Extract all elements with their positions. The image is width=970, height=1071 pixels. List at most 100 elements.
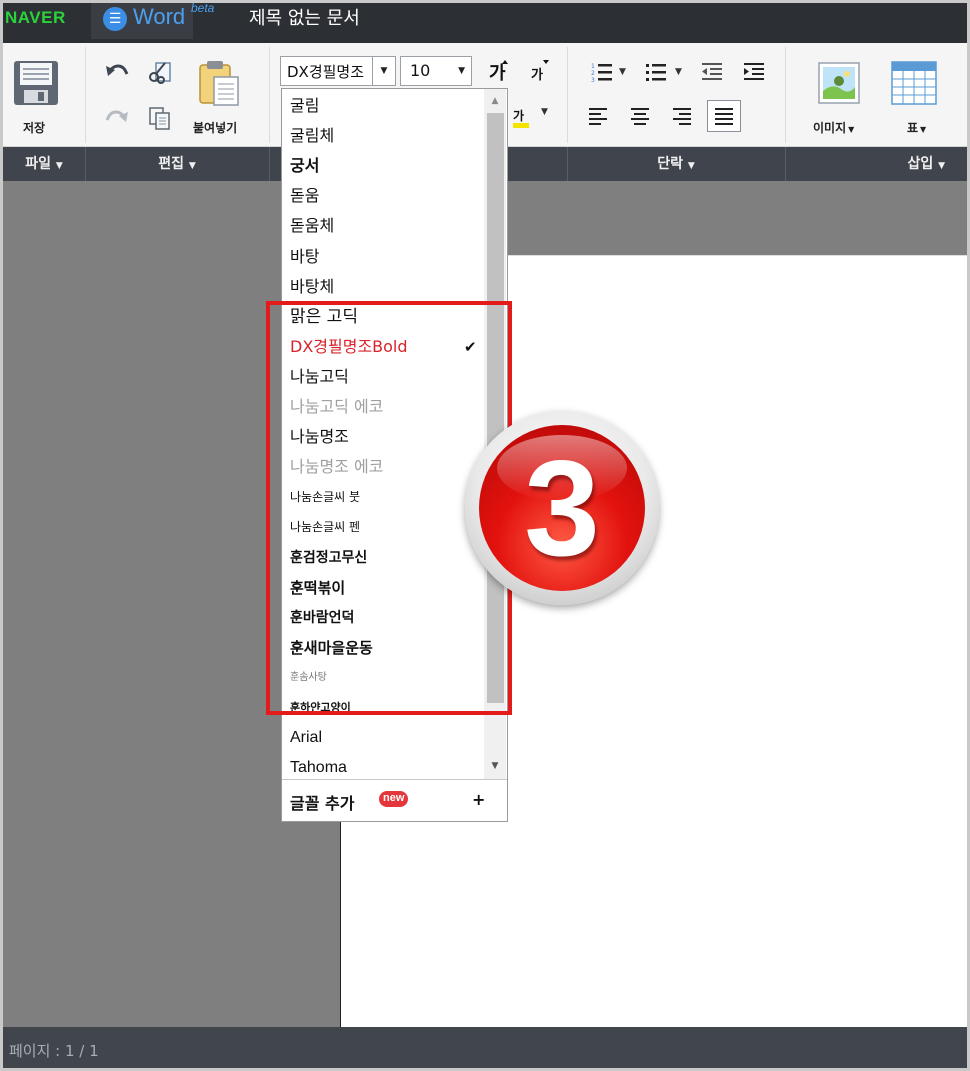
chevron-down-icon: ▼ xyxy=(848,125,855,134)
decrease-indent-icon[interactable] xyxy=(701,61,723,83)
redo-icon[interactable] xyxy=(105,107,129,129)
table-label-text: 표 xyxy=(907,121,919,135)
scroll-down-icon[interactable]: ▼ xyxy=(484,756,506,776)
increase-font-size-icon[interactable]: 가 xyxy=(487,59,509,83)
font-option-label: 바탕체 xyxy=(290,276,335,296)
chevron-down-icon: ▼ xyxy=(938,161,945,171)
clipboard-icon xyxy=(199,61,239,106)
font-option-label: 굴림 xyxy=(290,96,320,115)
paste-button[interactable]: 붙여넣기 xyxy=(191,57,251,137)
floppy-disk-icon xyxy=(14,61,58,105)
category-edit[interactable]: 편집 ▼ xyxy=(85,147,269,181)
font-option-label: 돋움체 xyxy=(290,216,335,236)
svg-text:가: 가 xyxy=(489,63,506,83)
category-divider xyxy=(269,147,270,181)
font-option[interactable]: 바탕체 xyxy=(290,272,480,302)
align-left-icon[interactable] xyxy=(589,107,609,125)
font-option-label: Tahoma xyxy=(290,759,347,777)
font-size-select[interactable]: 10 ▼ xyxy=(400,56,472,86)
app-window: NAVER ☰ Word beta 제목 없는 문서 저장 붙여넣기 DX경필명… xyxy=(0,0,970,1071)
category-file-label: 파일 xyxy=(25,156,51,172)
document-title[interactable]: 제목 없는 문서 xyxy=(249,4,360,30)
chevron-down-icon: ▼ xyxy=(687,161,695,171)
font-option[interactable]: 굴림체 xyxy=(290,121,480,151)
svg-text:1: 1 xyxy=(591,63,595,70)
app-switcher[interactable]: ☰ Word beta xyxy=(91,3,214,39)
category-insert[interactable]: 삽입 ▼ xyxy=(785,147,967,181)
svg-text:가: 가 xyxy=(531,68,543,83)
word-app-icon: ☰ xyxy=(103,7,127,31)
chevron-down-icon: ▼ xyxy=(920,125,927,134)
save-button[interactable]: 저장 xyxy=(9,57,65,137)
decrease-font-size-icon[interactable]: 가 xyxy=(529,59,551,83)
ribbon-divider xyxy=(85,47,86,143)
chevron-down-icon: ▼ xyxy=(55,161,63,171)
ribbon-divider xyxy=(785,47,786,143)
cut-icon[interactable] xyxy=(147,59,173,85)
step-number: 3 xyxy=(524,432,600,584)
ribbon-divider xyxy=(269,47,270,143)
table-icon xyxy=(891,61,937,105)
font-size-value: 10 xyxy=(410,61,431,80)
naver-logo[interactable]: NAVER xyxy=(5,8,66,28)
font-option[interactable]: 돋움체 xyxy=(290,211,480,241)
page-indicator: 페이지 : 1 / 1 xyxy=(9,1042,99,1060)
insert-image-button[interactable]: 이미지 ▼ xyxy=(807,57,871,137)
add-font-button[interactable]: 글꼴 추가 new + xyxy=(282,779,507,822)
scroll-up-icon[interactable]: ▲ xyxy=(484,91,506,111)
font-option-label: 돋움 xyxy=(290,186,320,206)
app-name: Word xyxy=(133,4,186,29)
undo-icon[interactable] xyxy=(105,61,129,83)
image-label: 이미지 ▼ xyxy=(813,119,854,136)
svg-text:가: 가 xyxy=(513,108,524,123)
chevron-down-icon[interactable]: ▼ xyxy=(541,107,548,117)
category-file[interactable]: 파일 ▼ xyxy=(3,147,85,181)
bullet-list-icon[interactable] xyxy=(645,61,667,83)
new-badge: new xyxy=(379,791,409,807)
image-icon xyxy=(818,62,860,104)
font-family-value: DX경필명조 xyxy=(287,63,365,81)
font-option[interactable]: 궁서 xyxy=(290,151,480,181)
category-insert-label: 삽입 xyxy=(907,156,934,172)
font-option[interactable]: 굴림 xyxy=(290,91,480,121)
font-family-select[interactable]: DX경필명조 ▼ xyxy=(280,56,396,86)
align-right-icon[interactable] xyxy=(673,107,693,125)
ribbon-divider xyxy=(567,47,568,143)
copy-icon[interactable] xyxy=(147,105,173,131)
font-option[interactable]: 돋움 xyxy=(290,181,480,211)
add-font-label: 글꼴 추가 xyxy=(290,794,355,813)
beta-badge: beta xyxy=(191,1,215,15)
table-label: 표 ▼ xyxy=(907,119,926,136)
font-option-label: 굴림체 xyxy=(290,126,335,146)
chevron-down-icon: ▼ xyxy=(188,161,196,171)
font-option-label: Arial xyxy=(290,729,323,747)
chevron-down-icon: ▼ xyxy=(458,66,465,76)
font-option-label: 바탕 xyxy=(290,246,320,266)
chevron-down-icon[interactable]: ▼ xyxy=(619,67,626,77)
plus-icon: + xyxy=(472,790,486,809)
category-paragraph[interactable]: 단락 ▼ xyxy=(567,147,785,181)
font-option[interactable]: Arial xyxy=(290,723,480,753)
increase-indent-icon[interactable] xyxy=(743,61,765,83)
justify-button[interactable] xyxy=(707,100,741,132)
chevron-down-icon[interactable]: ▼ xyxy=(372,57,395,85)
svg-text:3: 3 xyxy=(591,77,595,83)
svg-text:2: 2 xyxy=(591,70,595,77)
step-badge: 3 xyxy=(465,411,659,605)
image-label-text: 이미지 xyxy=(813,121,847,135)
save-label: 저장 xyxy=(23,121,46,135)
category-paragraph-label: 단락 xyxy=(657,156,683,172)
insert-table-button[interactable]: 표 ▼ xyxy=(885,57,945,137)
chevron-down-icon[interactable]: ▼ xyxy=(675,67,682,77)
category-edit-label: 편집 xyxy=(158,156,184,172)
paste-label: 붙여넣기 xyxy=(193,121,238,135)
step-badge-inner: 3 xyxy=(479,425,645,591)
status-bar: 페이지 : 1 / 1 xyxy=(3,1027,967,1068)
title-bar: NAVER ☰ Word beta 제목 없는 문서 xyxy=(3,3,967,43)
font-option[interactable]: 바탕 xyxy=(290,242,480,272)
align-center-icon[interactable] xyxy=(631,107,651,125)
align-justify-icon xyxy=(715,108,733,125)
numbered-list-icon[interactable]: 1 2 3 xyxy=(591,61,613,83)
font-option-label: 궁서 xyxy=(290,156,320,176)
highlight-color-icon[interactable]: 가 xyxy=(511,105,535,129)
